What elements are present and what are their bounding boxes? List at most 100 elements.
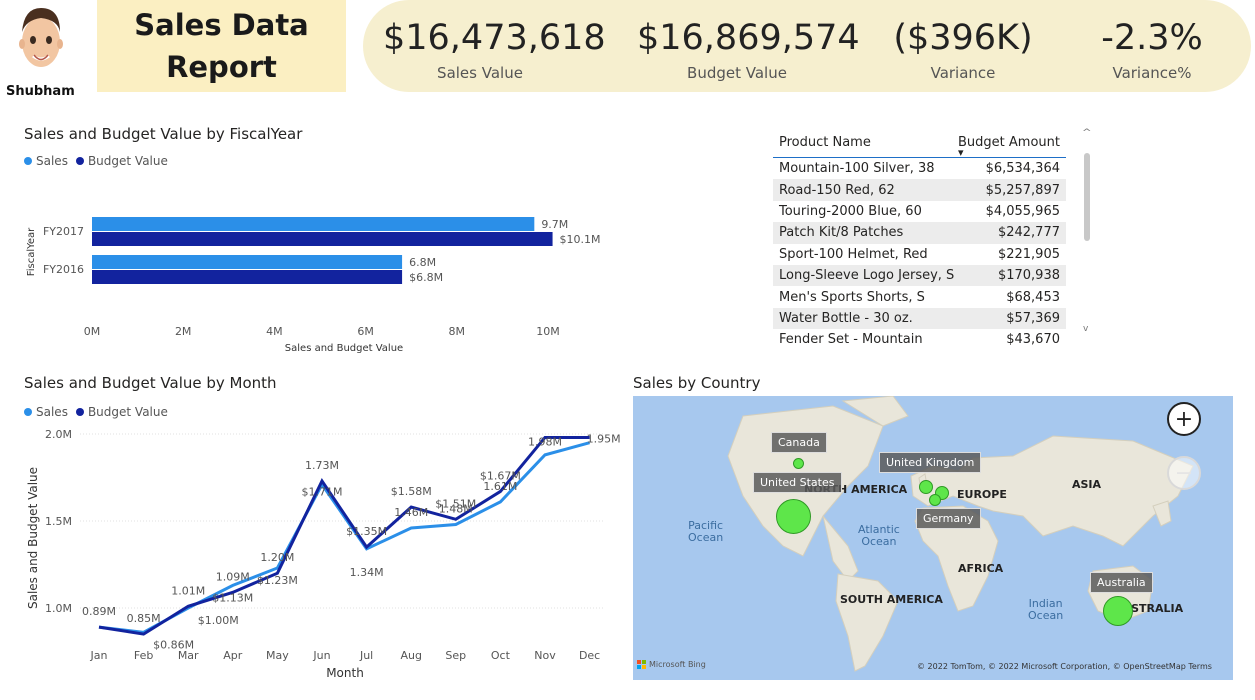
kpi-label: Variance% [1112, 64, 1192, 82]
x-tick-label: Sep [445, 649, 466, 662]
country-bubble[interactable] [1103, 596, 1133, 626]
y-tick-label: 2.0M [45, 428, 72, 441]
scroll-down-icon[interactable]: v [1083, 324, 1088, 334]
x-tick-label: Oct [491, 649, 511, 662]
x-tick-label: Jan [90, 649, 108, 662]
country-tag-united-kingdom[interactable]: United Kingdom [879, 452, 982, 473]
sort-desc-icon: ▾ [958, 146, 964, 159]
data-label: 1.34M [350, 566, 384, 579]
map-title: Sales by Country [633, 374, 761, 392]
legend-sales-label: Sales [36, 405, 68, 419]
scroll-thumb[interactable] [1084, 153, 1090, 241]
x-axis-title: Month [326, 666, 364, 680]
x-tick-label: Feb [134, 649, 153, 662]
x-tick-label: 10M [536, 325, 560, 338]
table-row[interactable]: Mountain-100 Silver, 38 $6,534,364 [773, 158, 1066, 179]
country-tag-united-states[interactable]: United States [753, 472, 842, 493]
data-label: $1.35M [346, 525, 387, 538]
continent-label: ASIA [1072, 478, 1102, 491]
data-label: 6.8M [409, 256, 436, 269]
data-label: $1.58M [391, 485, 432, 498]
kpi-value: $16,473,618 [383, 18, 606, 58]
data-label: $1.13M [212, 591, 253, 604]
cell-budget-amount: $68,453 [1006, 289, 1060, 305]
data-label: $1.51M [435, 497, 476, 510]
data-label: 0.85M [127, 612, 161, 625]
fiscal-chart-title: Sales and Budget Value by FiscalYear [24, 125, 303, 143]
column-budget-amount-label: Budget Amount [958, 135, 1060, 150]
fiscal-chart-legend: Sales Budget Value [24, 154, 168, 168]
continent-label: SOUTH AMERICA [840, 593, 943, 606]
scroll-up-icon[interactable]: ^ [1082, 128, 1092, 138]
table-row[interactable]: Men's Sports Shorts, S $68,453 [773, 286, 1066, 307]
x-tick-label: 2M [175, 325, 192, 338]
sales-by-country-map[interactable]: NORTH AMERICA EUROPE ASIA AFRICA SOUTH AMERI… [633, 396, 1233, 680]
bar-sales [92, 255, 403, 269]
bar-budget-value [92, 270, 403, 284]
country-tag-germany[interactable]: Germany [916, 508, 981, 529]
country-tag-australia[interactable]: Australia [1090, 572, 1153, 593]
y-axis-title: FiscalYear [26, 227, 37, 276]
table-row[interactable]: Patch Kit/8 Patches $242,777 [773, 222, 1066, 244]
x-tick-label: May [266, 649, 289, 662]
continent-label: EUROPE [957, 488, 1007, 501]
cell-product-name: Long-Sleeve Logo Jersey, S [779, 268, 955, 284]
zoom-out-button[interactable]: − [1167, 456, 1201, 490]
x-tick-label: 8M [449, 325, 466, 338]
y-tick-label: FY2017 [43, 225, 84, 238]
cell-product-name: Men's Sports Shorts, S [779, 289, 925, 305]
data-label: $1.00M [198, 614, 239, 627]
x-tick-label: 0M [84, 325, 101, 338]
data-label: 1.09M [216, 570, 250, 583]
data-label: $6.8M [409, 271, 443, 284]
memoji-avatar-icon [19, 8, 63, 67]
continent-label: AFRICA [958, 562, 1004, 575]
data-label: 0.89M [82, 605, 116, 618]
table-body: Mountain-100 Silver, 38 $6,534,364 Road-15… [773, 158, 1066, 351]
legend-sales-dot [24, 157, 32, 165]
map-copyright[interactable]: © 2022 TomTom, © 2022 Microsoft Corporat… [917, 662, 1212, 671]
bing-label: Microsoft Bing [649, 660, 706, 669]
kpi-value: $16,869,574 [637, 18, 860, 58]
cell-product-name: Touring-2000 Blue, 60 [779, 203, 922, 219]
data-label: $1.23M [257, 574, 298, 587]
table-row[interactable]: Water Bottle - 30 oz. $57,369 [773, 307, 1066, 330]
bar-budget-value [92, 232, 553, 246]
table-row[interactable]: Sport-100 Helmet, Red $221,905 [773, 244, 1066, 265]
data-label: 1.95M [587, 432, 620, 445]
cell-budget-amount: $57,369 [1006, 310, 1060, 326]
cell-budget-amount: $6,534,364 [985, 161, 1060, 177]
country-bubble[interactable] [776, 499, 811, 534]
country-bubble[interactable] [793, 458, 804, 469]
table-header: Product Name Budget Amount ▾ [773, 128, 1066, 159]
data-label: 1.73M [305, 459, 339, 472]
table-row[interactable]: Fender Set - Mountain $43,670 [773, 329, 1066, 350]
column-product-name[interactable]: Product Name [779, 135, 871, 150]
report-title-box: Sales Data Report [97, 0, 346, 92]
data-label: 1.01M [171, 584, 205, 597]
legend-budget-label: Budget Value [87, 154, 168, 168]
y-tick-label: 1.0M [45, 602, 72, 615]
x-tick-label: 4M [266, 325, 283, 338]
legend-sales-label: Sales [36, 154, 68, 168]
kpi-label: Sales Value [437, 64, 523, 82]
country-bubble[interactable] [919, 480, 933, 494]
table-row[interactable]: Touring-2000 Blue, 60 $4,055,965 [773, 201, 1066, 222]
legend-budget-dot [75, 157, 84, 165]
ocean-label: Indian Ocean [1028, 597, 1064, 622]
report-title: Sales Data Report [134, 8, 309, 84]
bing-logo: Microsoft Bing [637, 660, 706, 669]
product-budget-table: Product Name Budget Amount ▾ Mountain-10… [773, 128, 1066, 351]
ocean-label: Pacific Ocean [688, 519, 724, 544]
country-bubble[interactable] [929, 494, 941, 506]
cell-product-name: Road-150 Red, 62 [779, 182, 895, 198]
table-scrollbar[interactable]: ^ v [1082, 128, 1092, 342]
table-row[interactable]: Road-150 Red, 62 $5,257,897 [773, 179, 1066, 201]
avatar [14, 2, 68, 78]
legend-budget-dot [75, 408, 84, 416]
zoom-in-button[interactable]: + [1167, 402, 1201, 436]
table-row[interactable]: Long-Sleeve Logo Jersey, S $170,938 [773, 264, 1066, 287]
country-tag-canada[interactable]: Canada [771, 432, 827, 453]
y-axis-title: Sales and Budget Value [26, 467, 40, 609]
column-budget-amount[interactable]: Budget Amount ▾ [958, 135, 1060, 159]
